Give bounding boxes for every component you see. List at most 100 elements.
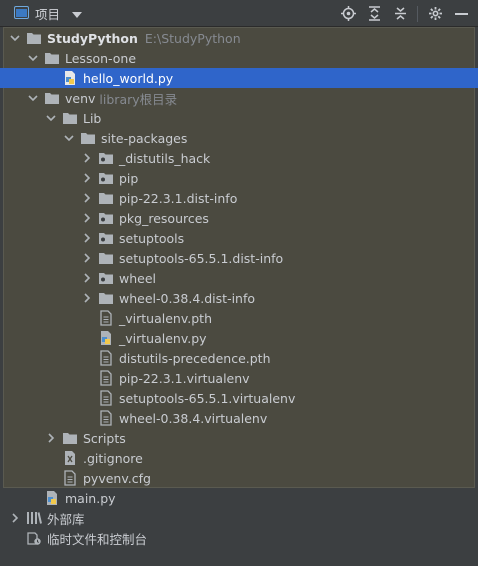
tree-item-label: StudyPython (47, 30, 138, 46)
folder-icon (62, 430, 78, 446)
folder-icon (98, 290, 114, 306)
tree-item-label: _virtualenv.py (119, 330, 207, 346)
tree-item-label: setuptools (119, 230, 185, 246)
tree-item-label: Scripts (83, 430, 126, 446)
locate-icon[interactable] (339, 5, 357, 23)
tree-item-label: pyvenv.cfg (83, 470, 151, 486)
tree-item-label: 临时文件和控制台 (47, 531, 148, 547)
tree-row-main-py[interactable]: main.py (0, 488, 478, 508)
tree-item-label: site-packages (101, 130, 188, 146)
hide-icon[interactable] (452, 5, 470, 23)
tree-row-pip-virtualenv[interactable]: pip-22.3.1.virtualenv (0, 368, 478, 388)
tree-row-distutils-hack[interactable]: _distutils_hack (0, 148, 478, 168)
tree-item-label: main.py (65, 490, 116, 506)
package-folder-icon (98, 210, 114, 226)
expand-all-icon[interactable] (365, 5, 383, 23)
tree-item-label: setuptools-65.5.1.dist-info (119, 250, 284, 266)
package-folder-icon (98, 230, 114, 246)
text-file-icon (98, 390, 114, 406)
chevron-right-icon[interactable] (81, 212, 93, 224)
tree-item-label: Lib (83, 110, 102, 126)
settings-icon[interactable] (426, 5, 444, 23)
chevron-right-icon[interactable] (81, 292, 93, 304)
folder-icon (26, 30, 42, 46)
tree-row-external-libraries[interactable]: 外部库 (0, 508, 478, 528)
tree-item-label: _distutils_hack (119, 150, 211, 166)
tree-item-label: hello_world.py (83, 70, 174, 86)
tree-row-setuptools-virtualenv[interactable]: setuptools-65.5.1.virtualenv (0, 388, 478, 408)
toolbar-separator (417, 5, 418, 22)
folder-icon (62, 110, 78, 126)
chevron-right-icon[interactable] (81, 152, 93, 164)
tree-row-virtualenv-pth[interactable]: _virtualenv.pth (0, 308, 478, 328)
tree-row-gitignore[interactable]: .gitignore (0, 448, 478, 468)
python-file-icon (44, 490, 60, 506)
text-file-icon (98, 410, 114, 426)
text-file-icon (98, 310, 114, 326)
package-folder-icon (98, 270, 114, 286)
tree-item-label: wheel-0.38.4.virtualenv (119, 410, 268, 426)
package-folder-icon (98, 170, 114, 186)
tree-item-label: pip-22.3.1.virtualenv (119, 370, 250, 386)
folder-icon (98, 190, 114, 206)
tree-row-pyvenv-cfg[interactable]: pyvenv.cfg (0, 468, 478, 488)
chevron-right-icon[interactable] (81, 172, 93, 184)
tree-item-label: Lesson-one (65, 50, 137, 66)
tree-item-path: E:\StudyPython (144, 30, 241, 46)
text-file-icon (98, 370, 114, 386)
tree-row-setuptools[interactable]: setuptools (0, 228, 478, 248)
tree-item-label: .gitignore (83, 450, 143, 466)
folder-icon (44, 90, 60, 106)
tree-item-label: 外部库 (47, 511, 85, 527)
chevron-right-icon[interactable] (81, 192, 93, 204)
tree-item-label: pip-22.3.1.dist-info (119, 190, 238, 206)
chevron-down-icon[interactable] (27, 92, 39, 104)
chevron-right-icon[interactable] (9, 512, 21, 524)
tree-row-lib[interactable]: Lib (0, 108, 478, 128)
chevron-down-icon[interactable] (27, 52, 39, 64)
tree-row-studypython[interactable]: StudyPython E:\StudyPython (0, 28, 478, 48)
project-panel: StudyPython E:\StudyPython Lesson-one he… (0, 27, 478, 566)
tree-row-distutils-precedence[interactable]: distutils-precedence.pth (0, 348, 478, 368)
chevron-down-icon[interactable] (72, 6, 83, 21)
tree-row-hello-world-py[interactable]: hello_world.py (0, 68, 478, 88)
folder-icon (80, 130, 96, 146)
chevron-right-icon[interactable] (81, 272, 93, 284)
chevron-right-icon[interactable] (45, 432, 57, 444)
tree-item-label: distutils-precedence.pth (119, 350, 271, 366)
tree-row-site-packages[interactable]: site-packages (0, 128, 478, 148)
tree-item-label: venv (65, 90, 96, 106)
tree-row-pip-dist-info[interactable]: pip-22.3.1.dist-info (0, 188, 478, 208)
tree-row-pkg-resources[interactable]: pkg_resources (0, 208, 478, 228)
project-view-selector[interactable]: 项目 (14, 4, 83, 23)
config-file-icon (62, 470, 78, 486)
tree-item-label: _virtualenv.pth (119, 310, 212, 326)
tree-row-wheel-dist-info[interactable]: wheel-0.38.4.dist-info (0, 288, 478, 308)
tree-item-label: pip (119, 170, 139, 186)
tree-item-label: setuptools-65.5.1.virtualenv (119, 390, 296, 406)
collapse-all-icon[interactable] (391, 5, 409, 23)
chevron-down-icon[interactable] (63, 132, 75, 144)
chevron-down-icon[interactable] (9, 32, 21, 44)
tree-row-setuptools-dist-info[interactable]: setuptools-65.5.1.dist-info (0, 248, 478, 268)
tree-row-scripts[interactable]: Scripts (0, 428, 478, 448)
text-file-icon (98, 350, 114, 366)
tree-row-pip[interactable]: pip (0, 168, 478, 188)
chevron-right-icon[interactable] (81, 232, 93, 244)
tree-row-wheel[interactable]: wheel (0, 268, 478, 288)
ignore-file-icon (62, 450, 78, 466)
project-toolbar: 项目 (0, 0, 478, 27)
folder-icon (44, 50, 60, 66)
folder-icon (98, 250, 114, 266)
chevron-down-icon[interactable] (45, 112, 57, 124)
tree-row-scratches-and-consoles[interactable]: 临时文件和控制台 (0, 528, 478, 548)
chevron-right-icon[interactable] (81, 252, 93, 264)
python-file-icon (98, 330, 114, 346)
tree-row-virtualenv-py[interactable]: _virtualenv.py (0, 328, 478, 348)
project-view-title: 项目 (35, 7, 61, 22)
tree-row-venv[interactable]: venv library根目录 (0, 88, 478, 108)
scratches-icon (26, 530, 42, 546)
library-icon (26, 510, 42, 526)
tree-row-wheel-virtualenv[interactable]: wheel-0.38.4.virtualenv (0, 408, 478, 428)
tree-row-lesson-one[interactable]: Lesson-one (0, 48, 478, 68)
